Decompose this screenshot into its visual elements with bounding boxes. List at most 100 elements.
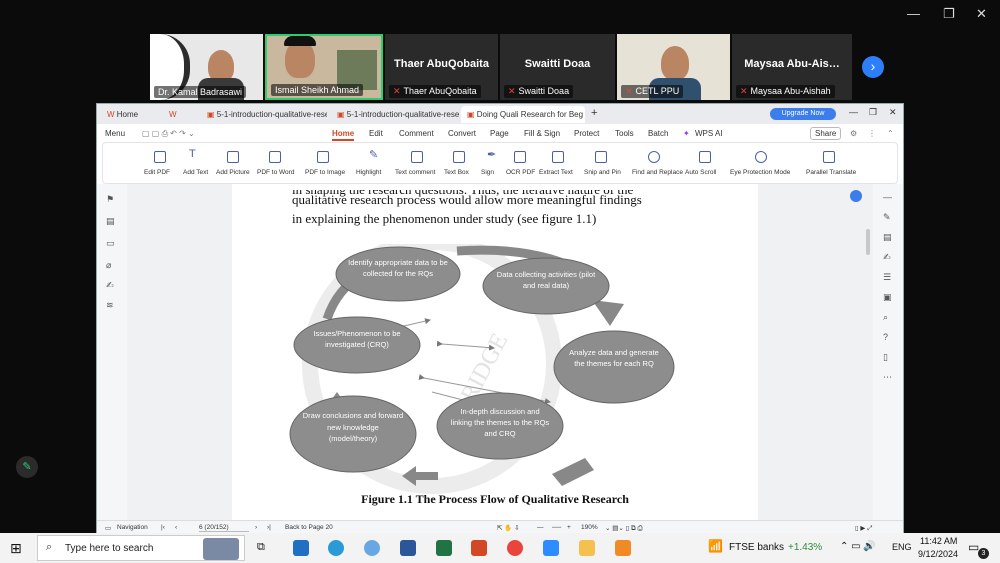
add-picture-button[interactable]: Add Picture [216,169,250,176]
extract-text-button[interactable]: Extract Text [539,169,573,176]
menu-item[interactable]: WPS AI [695,129,723,138]
participant-tile[interactable]: Swaitti Doaa ✕ Swaitti Doaa [500,34,615,100]
restore-icon[interactable]: ❐ [869,107,877,118]
menu-item[interactable]: Page [490,129,509,138]
navigation-icon[interactable]: ▭ [105,524,111,532]
restore-icon[interactable]: ❐ [943,6,955,22]
share-button[interactable]: Share [810,127,842,140]
help-icon[interactable]: ? [883,332,888,342]
minimize-icon[interactable]: — [907,6,920,21]
menu-item[interactable]: Comment [399,129,434,138]
tab-document[interactable]: ▣ 5-1-introduction-qualitative-research- [331,106,459,123]
menu-item[interactable]: Convert [448,129,476,138]
participant-tile[interactable]: Dr. Kamal Badrasawi [150,34,263,100]
file-explorer-icon[interactable] [579,540,595,556]
participant-tile[interactable]: Maysaa Abu-Ais… ✕ Maysaa Abu-Aishah [732,34,852,100]
tab-document[interactable]: ▣ 5-1-introduction-qualitative-resea [201,106,327,123]
collapse-icon[interactable]: — [883,192,892,202]
edit-pdf-button[interactable]: Edit PDF [144,169,170,176]
menu-item[interactable]: Protect [574,129,599,138]
highlight-button[interactable]: Highlight [356,169,381,176]
annotate-icon[interactable]: ✎ [16,456,38,478]
back-to-page-link[interactable]: Back to Page 20 [285,524,333,531]
menu-item[interactable]: Batch [648,129,668,138]
zoom-level[interactable]: 190% [581,524,598,531]
select-tool-icon[interactable]: ⇱ ✋ ⇩ [497,524,520,532]
find-and-replace-button[interactable]: Find and Replace [632,169,683,176]
view-mode-icons[interactable]: ⌄ ▤⌄ ▯ ⧉ ⎙ [605,524,643,533]
signature-icon[interactable]: ✍ [106,280,114,291]
collapse-ribbon-icon[interactable]: ⌃ [887,129,894,138]
navigation-button[interactable]: Navigation [117,524,148,531]
zoom-slider[interactable]: ── [552,524,561,531]
menu-item[interactable]: Home [332,129,355,141]
thumbnails-icon[interactable]: ▤ [106,216,115,227]
document-icon[interactable]: ▤ [883,232,892,243]
language-indicator[interactable]: ENG [892,542,912,552]
zoom-in-icon[interactable]: + [567,524,571,531]
menu-more-icon[interactable]: ⋮ [868,129,876,138]
minimize-icon[interactable]: — [849,107,858,117]
adjust-icon[interactable]: ☰ [883,272,891,283]
pdf-to-image-button[interactable]: PDF to Image [305,169,345,176]
clock-date[interactable]: 9/12/2024 [918,549,958,559]
menu-item[interactable]: Fill & Sign [524,129,560,138]
clock-time[interactable]: 11:42 AM [920,536,957,546]
powerpoint-icon[interactable] [471,540,487,556]
tray-icons[interactable]: ⌃ ▭ 🔊 [840,541,876,552]
close-icon[interactable]: ✕ [976,6,987,22]
text-comment-button[interactable]: Text comment [395,169,435,176]
fill-sign-icon[interactable]: ✍ [883,252,891,263]
mail-icon[interactable] [293,540,309,556]
zoom-out-icon[interactable]: — [537,524,544,531]
participant-tile[interactable]: ✕ CETL PPU [617,34,730,100]
task-view-icon[interactable]: ⧉ [257,541,265,554]
text-box-button[interactable]: Text Box [444,169,469,176]
tab-document-active[interactable]: ▣ Doing Quali Research for Beg [461,106,585,123]
parallel-translate-button[interactable]: Parallel Translate [806,169,856,176]
app-icon[interactable] [364,540,380,556]
close-icon[interactable]: ✕ [889,107,897,118]
quick-access-icons[interactable]: ▢ ▢ ⎙ ↶ ↷ ⌄ [142,129,195,139]
stock-name[interactable]: FTSE banks [729,542,784,553]
menu-item[interactable]: Tools [615,129,634,138]
sign-button[interactable]: Sign [481,169,494,176]
next-page-icon[interactable]: › [255,524,257,531]
add-text-button[interactable]: Add Text [183,169,208,176]
wps-office-icon[interactable] [615,540,631,556]
page-view-icons[interactable]: ▯ ▶ ⤢ [855,524,872,533]
next-participants-button[interactable]: › [862,56,884,78]
tab-wps[interactable]: W [163,106,187,123]
ocr-pdf-button[interactable]: OCR PDF [506,169,535,176]
more-icon[interactable]: ⋯ [883,372,892,383]
eye-protection-button[interactable]: Eye Protection Mode [730,169,790,176]
taskbar-search-box[interactable]: ⌕ Type here to search [37,535,245,561]
prev-page-icon[interactable]: ‹ [175,524,177,531]
first-page-icon[interactable]: |‹ [161,524,165,531]
menu-button[interactable]: Menu [105,129,125,138]
tab-home[interactable]: W Home [101,106,161,123]
excel-icon[interactable] [436,540,452,556]
new-tab-icon[interactable]: + [591,107,597,119]
settings-icon[interactable]: ⚙ [850,129,857,138]
ai-assistant-icon[interactable] [850,190,862,202]
search-icon[interactable]: ⌕ [883,312,888,323]
vertical-scrollbar[interactable] [866,229,870,255]
attachment-icon[interactable]: ⌀ [106,260,111,271]
page-number-input[interactable]: 6 (20/152) [199,524,249,532]
auto-scroll-button[interactable]: Auto Scroll [685,169,716,176]
last-page-icon[interactable]: ›| [267,524,271,531]
participant-tile[interactable]: Thaer AbuQobaita ✕ Thaer AbuQobaita [385,34,498,100]
comments-icon[interactable]: ▭ [106,238,115,249]
chrome-icon[interactable] [507,540,523,556]
zoom-icon[interactable] [543,540,559,556]
word-icon[interactable] [400,540,416,556]
windows-start-icon[interactable]: ⊞ [10,540,22,557]
bookmark-icon[interactable]: ⚑ [106,194,114,205]
menu-item[interactable]: Edit [369,129,383,138]
snip-and-pin-button[interactable]: Snip and Pin [584,169,621,176]
pdf-to-word-button[interactable]: PDF to Word [257,169,294,176]
edit-icon[interactable]: ✎ [883,212,891,223]
upgrade-button[interactable]: Upgrade Now [770,108,836,120]
book-icon[interactable]: ▯ [883,352,888,363]
